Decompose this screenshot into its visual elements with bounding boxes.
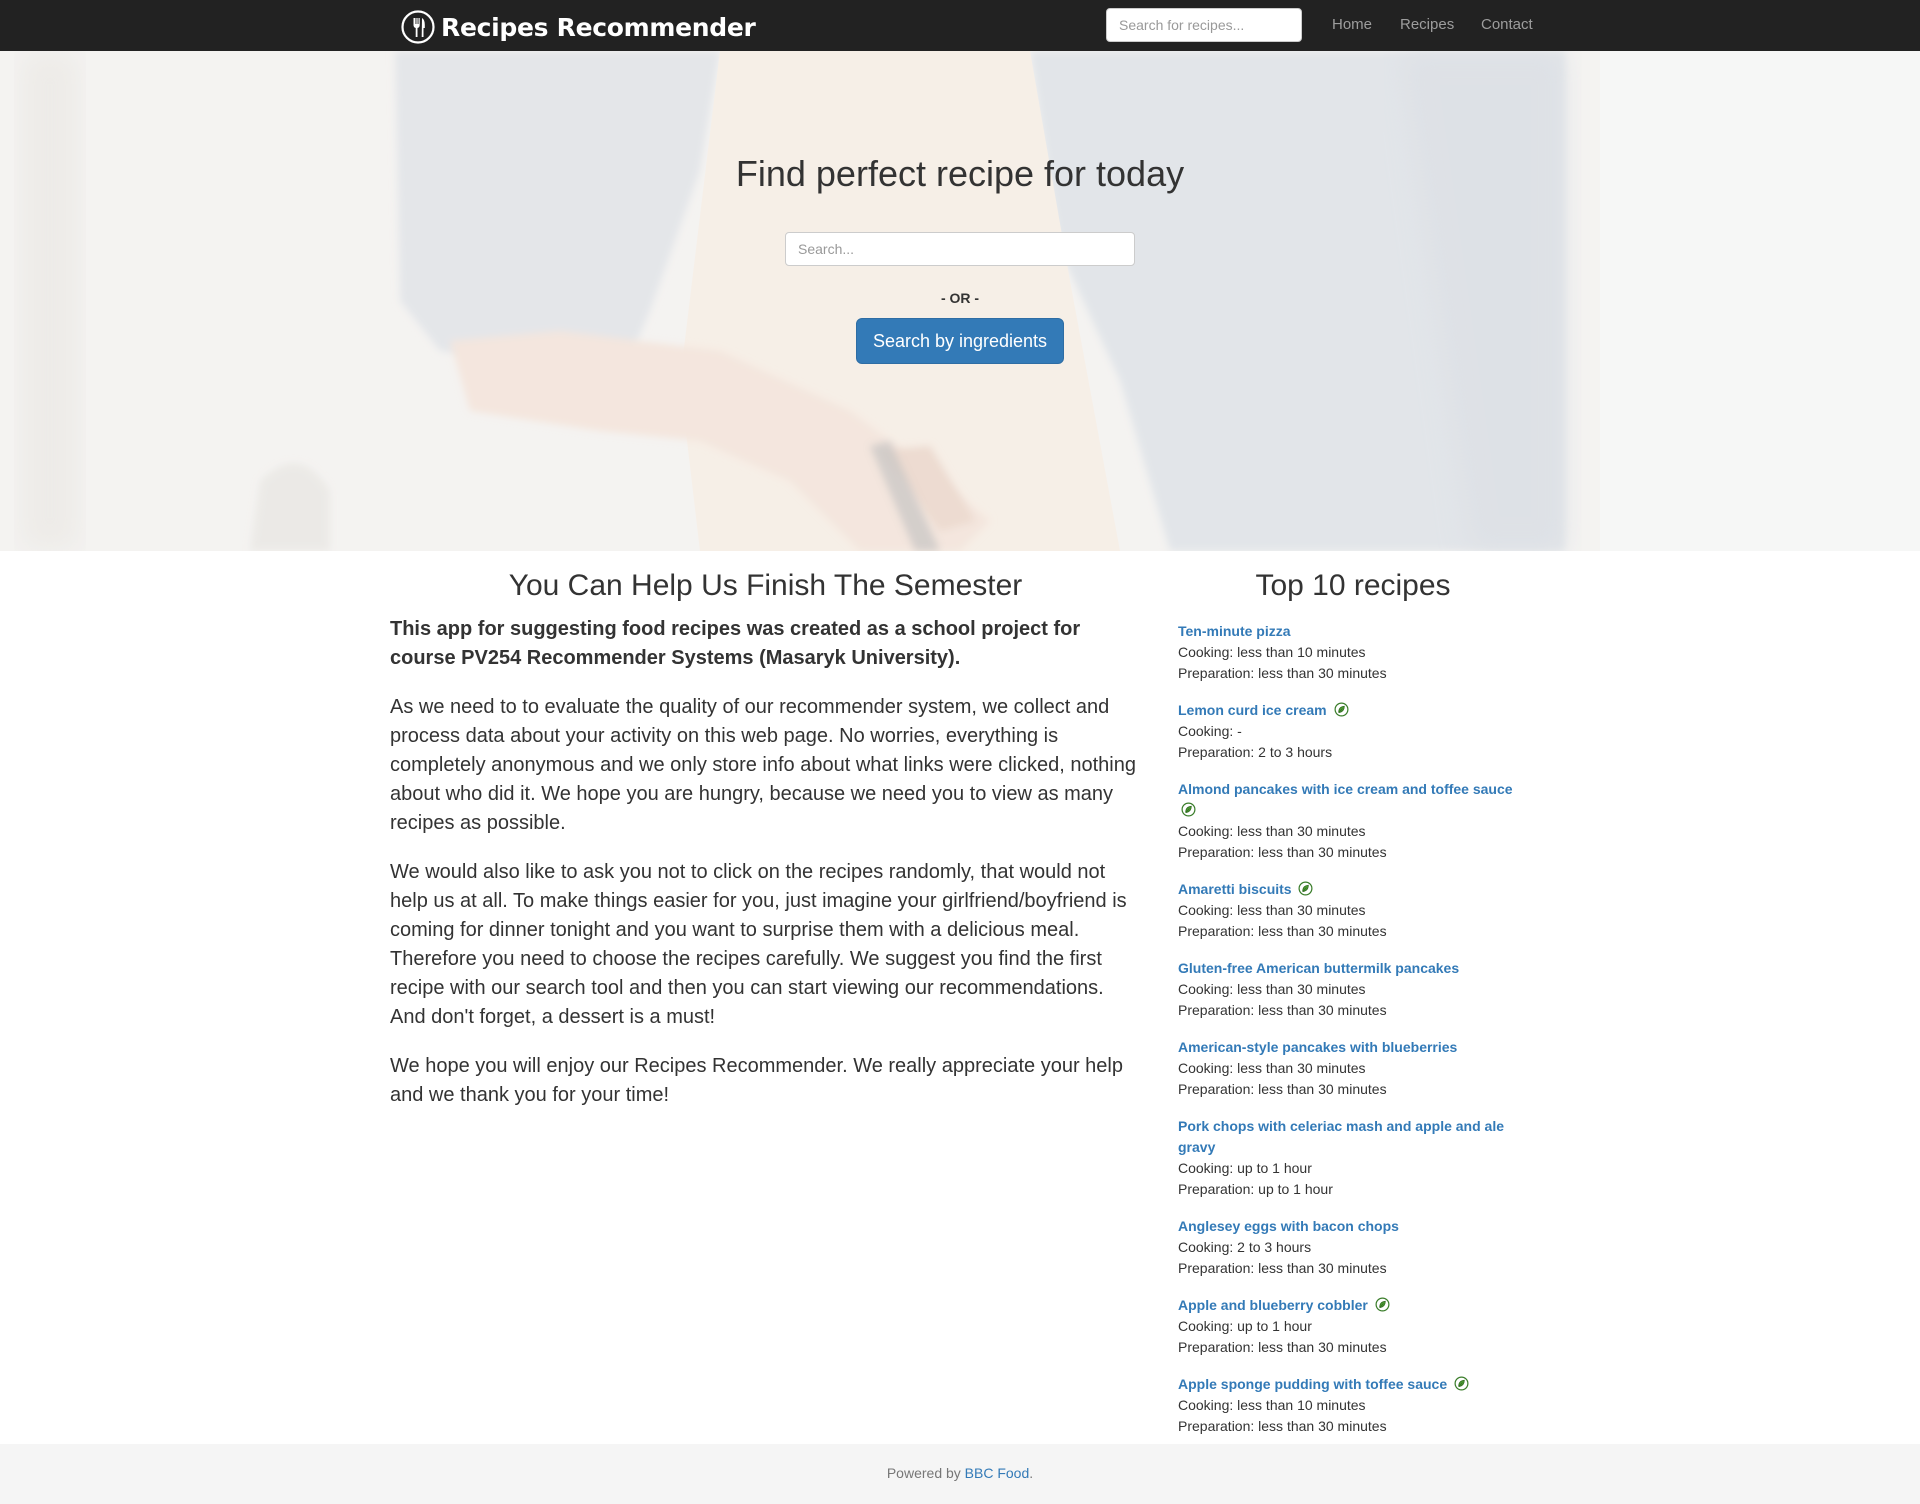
recipe-item: American-style pancakes with blueberries… [1178,1037,1528,1100]
recipe-preparation-time: Preparation: less than 30 minutes [1178,1260,1387,1276]
top-recipes-title: Top 10 recipes [1255,569,1451,602]
nav-link-recipes[interactable]: Recipes [1400,16,1454,33]
hero-search-input[interactable] [785,232,1135,266]
recipe-item: Amaretti biscuits Cooking: less than 30 … [1178,879,1528,942]
vegetarian-leaf-icon [1454,1376,1469,1391]
recipe-item: Apple sponge pudding with toffee sauce C… [1178,1374,1528,1437]
or-separator: - OR - [940,290,980,306]
hero-title: Find perfect recipe for today [735,153,1185,194]
recipe-preparation-time: Preparation: 2 to 3 hours [1178,744,1333,760]
recipe-item: Gluten-free American buttermilk pancakes… [1178,958,1528,1021]
recipe-item: Ten-minute pizza Cooking: less than 10 mi… [1178,621,1528,684]
recipe-cooking-time: Cooking: less than 10 minutes [1178,1397,1366,1413]
footer-suffix: . [1029,1465,1034,1481]
fork-plate-icon [401,10,435,44]
about-paragraph: We hope you will enjoy our Recipes Recom… [390,1055,1123,1106]
recipe-link[interactable]: Pork chops with celeriac mash and apple … [1178,1118,1504,1155]
about-lead: This app for suggesting food recipes was… [390,618,1081,669]
recipe-link[interactable]: Amaretti biscuits [1178,881,1292,897]
recipe-preparation-time: Preparation: less than 30 minutes [1178,844,1387,860]
recipe-item: Almond pancakes with ice cream and toffe… [1178,779,1528,863]
recipe-link[interactable]: Apple sponge pudding with toffee sauce [1178,1376,1447,1392]
recipe-link[interactable]: Gluten-free American buttermilk pancakes [1178,960,1459,976]
brand-title: Recipes Recommender [441,12,756,42]
vegetarian-leaf-icon [1334,702,1349,717]
recipe-preparation-time: Preparation: up to 1 hour [1178,1181,1333,1197]
recipe-link[interactable]: American-style pancakes with blueberries [1178,1039,1457,1055]
recipe-item: Anglesey eggs with bacon chops Cooking: 2… [1178,1216,1528,1279]
brand-link[interactable]: Recipes Recommender [401,9,756,45]
recipe-link[interactable]: Lemon curd ice cream [1178,702,1327,718]
recipe-item: Lemon curd ice cream Cooking: - Preparati… [1178,700,1528,763]
recipe-link[interactable]: Ten-minute pizza [1178,623,1291,639]
search-by-ingredients-button[interactable]: Search by ingredients [856,318,1064,364]
recipe-cooking-time: Cooking: 2 to 3 hours [1178,1239,1312,1255]
about-paragraph: We would also like to ask you not to cli… [390,861,1127,1028]
top-navbar: Recipes Recommender Home Recipes Contact [0,0,1920,51]
recipe-cooking-time: Cooking: less than 10 minutes [1178,644,1366,660]
about-title: You Can Help Us Finish The Semester [508,569,1023,602]
recipe-preparation-time: Preparation: less than 30 minutes [1178,923,1387,939]
hero-banner: Find perfect recipe for today - OR - Sea… [0,51,1920,551]
recipe-cooking-time: Cooking: up to 1 hour [1178,1318,1312,1334]
recipe-cooking-time: Cooking: - [1178,723,1242,739]
recipe-item: Apple and blueberry cobbler Cooking: up … [1178,1295,1528,1358]
vegetarian-leaf-icon [1181,802,1196,817]
recipe-preparation-time: Preparation: less than 30 minutes [1178,1002,1387,1018]
recipe-preparation-time: Preparation: less than 30 minutes [1178,1418,1387,1434]
recipe-preparation-time: Preparation: less than 30 minutes [1178,665,1387,681]
footer-bbc-food-link[interactable]: BBC Food [965,1465,1030,1481]
recipe-preparation-time: Preparation: less than 30 minutes [1178,1339,1387,1355]
top-recipes-list: Ten-minute pizza Cooking: less than 10 mi… [1178,621,1528,1437]
footer-prefix: Powered by [886,1465,965,1481]
recipe-link[interactable]: Anglesey eggs with bacon chops [1178,1218,1399,1234]
about-section: You Can Help Us Finish The Semester This… [390,568,1141,1110]
recipe-cooking-time: Cooking: less than 30 minutes [1178,981,1366,997]
recipe-cooking-time: Cooking: less than 30 minutes [1178,1060,1366,1076]
nav-link-home[interactable]: Home [1332,16,1372,33]
recipe-cooking-time: Cooking: less than 30 minutes [1178,902,1366,918]
nav-link-contact[interactable]: Contact [1481,16,1533,33]
page-footer: Powered by BBC Food. [0,1444,1920,1504]
recipe-link[interactable]: Almond pancakes with ice cream and toffe… [1178,781,1513,797]
top-recipes-section: Top 10 recipes Ten-minute pizza Cooking: … [1178,568,1528,1437]
recipe-cooking-time: Cooking: up to 1 hour [1178,1160,1312,1176]
vegetarian-leaf-icon [1375,1297,1390,1312]
about-paragraph: As we need to to evaluate the quality of… [390,696,1136,834]
recipe-item: Pork chops with celeriac mash and apple … [1178,1116,1528,1200]
navbar-search-input[interactable] [1106,8,1302,42]
recipe-preparation-time: Preparation: less than 30 minutes [1178,1081,1387,1097]
recipe-link[interactable]: Apple and blueberry cobbler [1178,1297,1368,1313]
recipe-cooking-time: Cooking: less than 30 minutes [1178,823,1366,839]
vegetarian-leaf-icon [1298,881,1313,896]
